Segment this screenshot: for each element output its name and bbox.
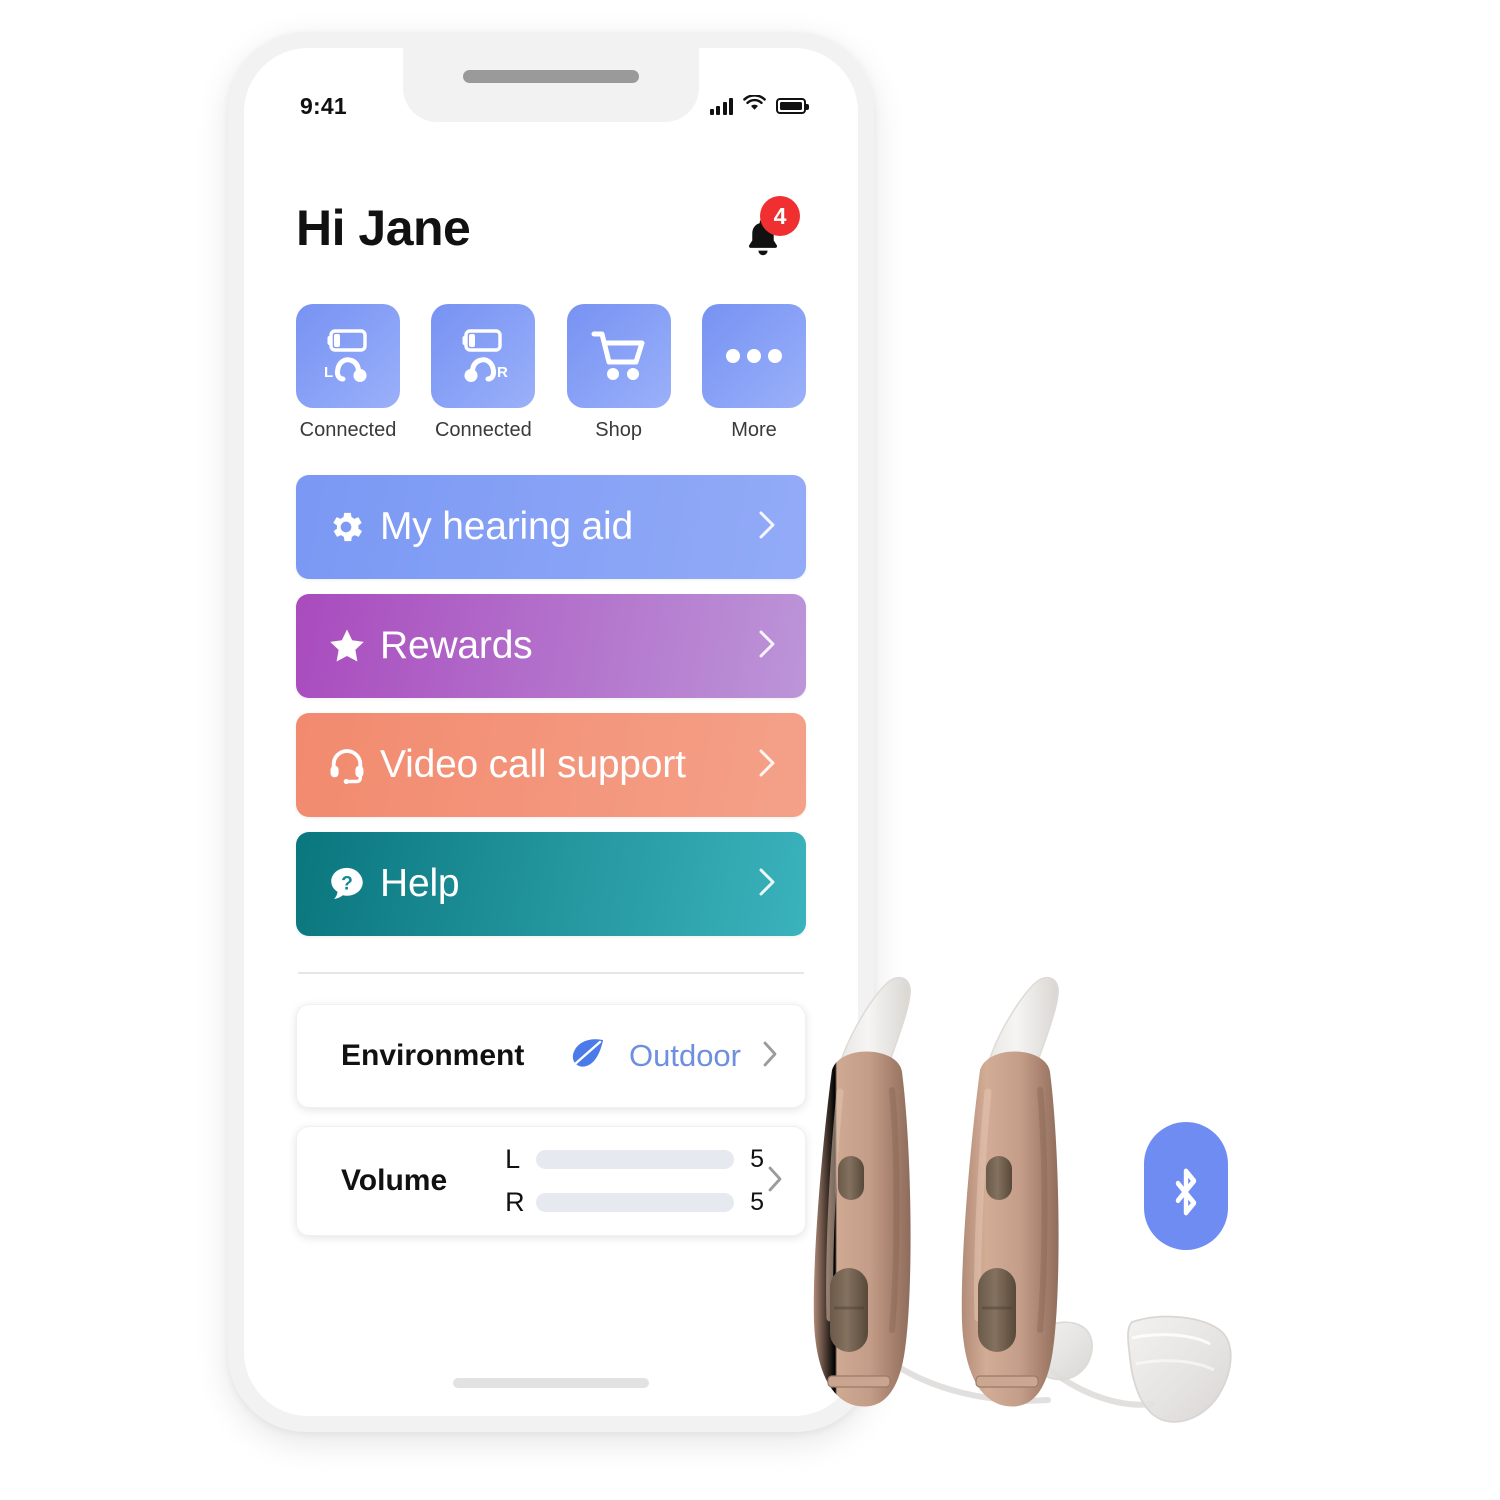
volume-row-right[interactable]: R 5 xyxy=(505,1187,764,1218)
program-button xyxy=(838,1156,864,1200)
nav-button-rewards[interactable]: Rewards xyxy=(296,594,806,698)
bluetooth-icon xyxy=(1144,1122,1228,1250)
status-icons xyxy=(709,94,809,117)
nav-button-help[interactable]: ? Help xyxy=(296,832,806,936)
svg-text:L: L xyxy=(324,364,333,381)
svg-text:?: ? xyxy=(341,873,353,894)
star-icon xyxy=(326,625,372,667)
gear-icon xyxy=(326,507,372,547)
environment-label: Environment xyxy=(341,1039,525,1072)
nav-button-label: Rewards xyxy=(380,624,533,667)
main-menu-list: My hearing aid Rewards Video call suppor… xyxy=(296,475,806,936)
quick-tile-more[interactable]: More xyxy=(701,304,806,442)
question-bubble-icon: ? xyxy=(326,863,372,905)
volume-slider-left[interactable] xyxy=(536,1150,735,1169)
volume-label: Volume xyxy=(341,1164,448,1197)
quick-tile-label: Connected xyxy=(434,419,532,441)
environment-card[interactable]: Environment Outdoor xyxy=(296,1004,806,1108)
hearing-aid-left xyxy=(813,976,911,1407)
quick-tile-label: More xyxy=(731,419,777,441)
status-time: 9:41 xyxy=(300,92,347,119)
volume-side-label: L xyxy=(505,1144,521,1174)
quick-tile-left-aid[interactable]: L Connected xyxy=(296,304,400,442)
volume-side-label: R xyxy=(505,1187,525,1217)
notification-badge: 4 xyxy=(760,196,800,236)
home-indicator xyxy=(453,1378,649,1388)
quick-tile-label: Shop xyxy=(595,419,643,441)
section-divider xyxy=(298,972,804,974)
nav-button-label: Help xyxy=(380,862,460,905)
chevron-right-icon xyxy=(759,1035,781,1078)
headset-icon xyxy=(326,744,372,786)
program-button xyxy=(986,1156,1012,1200)
chevron-right-icon xyxy=(755,862,779,907)
quick-tile-label: Connected xyxy=(299,419,397,441)
nav-button-label: My hearing aid xyxy=(380,505,634,548)
volume-slider-right[interactable] xyxy=(536,1193,735,1212)
chevron-right-icon xyxy=(755,505,779,550)
battery-door xyxy=(827,1375,891,1388)
phone-screen: 9:41 Hi Jane 4 L Connected R Connected S… xyxy=(244,48,858,1416)
page-title: Hi Jane xyxy=(296,200,471,256)
quick-actions-row: L Connected R Connected Shop More xyxy=(296,304,806,442)
svg-text:R: R xyxy=(497,364,508,381)
quick-tile-right-aid[interactable]: R Connected xyxy=(431,304,536,442)
notifications-button[interactable]: 4 xyxy=(738,196,800,260)
cellular-signal-icon xyxy=(709,97,733,115)
earpiece-speaker xyxy=(463,70,639,83)
volume-value: 5 xyxy=(750,1145,765,1173)
battery-door xyxy=(975,1375,1039,1388)
wifi-icon xyxy=(743,94,766,117)
hearing-aid-right-battery-icon: R xyxy=(431,304,536,408)
volume-card[interactable]: Volume L 5 R 5 xyxy=(296,1126,806,1236)
nav-button-my-hearing-aid[interactable]: My hearing aid xyxy=(296,475,806,579)
leaf-icon xyxy=(565,1037,607,1076)
volume-sliders: L 5 R 5 xyxy=(505,1144,764,1218)
battery-full-icon xyxy=(776,98,809,114)
volume-row-left[interactable]: L 5 xyxy=(505,1144,764,1175)
environment-value-group: Outdoor xyxy=(565,1037,741,1076)
more-dots-icon xyxy=(701,304,806,408)
volume-value: 5 xyxy=(750,1188,765,1216)
nav-button-video-call-support[interactable]: Video call support xyxy=(296,713,806,817)
hearing-aid-left-battery-icon: L xyxy=(296,304,400,408)
phone-frame: 9:41 Hi Jane 4 L Connected R Connected S… xyxy=(228,32,874,1432)
nav-button-label: Video call support xyxy=(380,743,686,786)
hearing-aid-right xyxy=(961,976,1059,1407)
environment-value: Outdoor xyxy=(628,1038,741,1073)
volume-rocker xyxy=(978,1268,1016,1352)
quick-tile-shop[interactable]: Shop xyxy=(566,304,671,442)
chevron-right-icon xyxy=(755,743,779,788)
shopping-cart-icon xyxy=(566,304,671,408)
header-row: Hi Jane 4 xyxy=(296,168,806,288)
app-content: Hi Jane 4 L Connected R Connected Shop M… xyxy=(244,168,858,1416)
status-bar: 9:41 xyxy=(244,88,858,124)
chevron-right-icon xyxy=(755,624,779,669)
volume-rocker xyxy=(830,1268,868,1352)
